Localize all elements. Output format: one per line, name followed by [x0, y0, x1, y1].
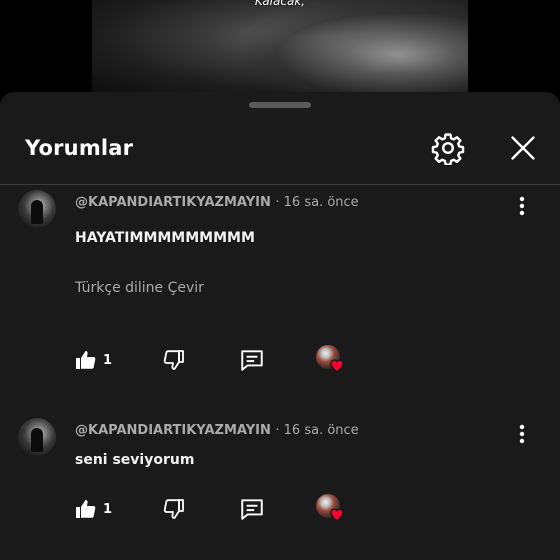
- more-options-button[interactable]: [510, 420, 534, 448]
- thumbs-down-icon: [163, 350, 184, 370]
- video-caption: Kalacak,: [254, 0, 306, 8]
- avatar[interactable]: [18, 190, 56, 228]
- comment-icon: [241, 499, 263, 520]
- comment-time: · 16 sa. önce: [275, 195, 359, 210]
- dislike-button[interactable]: [162, 345, 186, 375]
- comment-author[interactable]: @KAPANDIARTIKYAZMAYIN: [75, 195, 271, 210]
- close-button[interactable]: [503, 128, 543, 168]
- more-options-button[interactable]: [510, 192, 534, 220]
- thumbs-up-icon: [76, 351, 96, 369]
- comment-actions: 1: [0, 345, 560, 375]
- comment-meta: @KAPANDIARTIKYAZMAYIN · 16 sa. önce: [75, 195, 359, 210]
- like-button[interactable]: 1: [74, 494, 112, 524]
- comments-sheet: Yorumlar @KAPANDIARTIKYAZMAYIN · 16 sa. …: [0, 92, 560, 560]
- video-image: [242, 0, 468, 92]
- header-divider: [0, 184, 560, 185]
- video-frame: Kalacak,: [92, 0, 468, 92]
- reply-button[interactable]: [239, 494, 265, 524]
- drag-handle[interactable]: [249, 102, 311, 108]
- video-player[interactable]: Kalacak,: [0, 0, 560, 92]
- like-button[interactable]: 1: [74, 345, 112, 375]
- comments-title: Yorumlar: [25, 136, 134, 160]
- heart-icon: [330, 508, 344, 522]
- like-count: 1: [103, 501, 113, 517]
- settings-button[interactable]: [428, 128, 468, 168]
- avatar[interactable]: [18, 418, 56, 456]
- more-vert-icon: [519, 196, 525, 216]
- reply-button[interactable]: [239, 345, 265, 375]
- creator-heart-badge: [316, 494, 346, 524]
- creator-heart-badge: [316, 345, 346, 375]
- comment-author[interactable]: @KAPANDIARTIKYAZMAYIN: [75, 423, 271, 438]
- like-count: 1: [103, 352, 113, 368]
- more-vert-icon: [519, 424, 525, 444]
- gear-icon: [431, 133, 465, 165]
- comment-text: seni seviyorum: [75, 452, 195, 468]
- heart-icon: [330, 359, 344, 373]
- comment-actions: 1: [0, 494, 560, 524]
- dislike-button[interactable]: [162, 494, 186, 524]
- thumbs-up-icon: [76, 500, 96, 518]
- comment-icon: [241, 350, 263, 371]
- translate-link[interactable]: Türkçe diline Çevir: [75, 280, 204, 296]
- comment-text: HAYATIMMMMMMMMM: [75, 230, 255, 246]
- comment-time: · 16 sa. önce: [275, 423, 359, 438]
- close-icon: [511, 136, 535, 160]
- comment-meta: @KAPANDIARTIKYAZMAYIN · 16 sa. önce: [75, 423, 359, 438]
- thumbs-down-icon: [163, 499, 184, 519]
